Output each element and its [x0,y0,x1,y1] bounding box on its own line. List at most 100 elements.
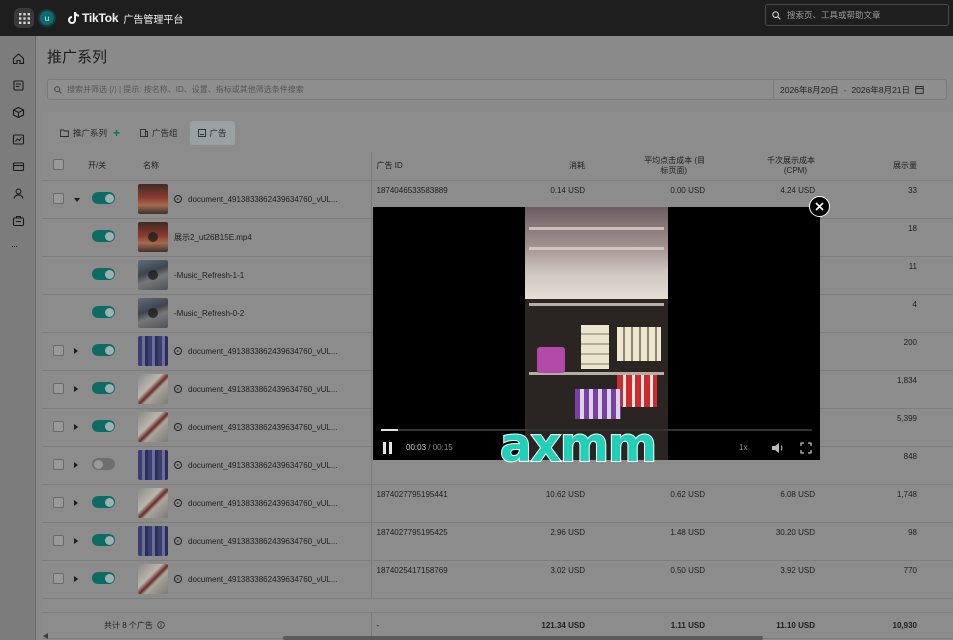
expand-icon[interactable] [74,347,78,354]
level-tabs: 推广系列 + 广告组 广告 [52,120,235,146]
status-toggle[interactable] [92,268,115,280]
ad-name[interactable]: document_4913833862439634760_vUL... [188,499,337,508]
impressions-cell: 848 [821,446,953,485]
play-icon [148,270,158,280]
header-cost[interactable]: 消耗 [501,152,591,181]
video-shelf-wire [529,247,664,250]
ad-name[interactable]: document_4913833862439634760_vUL... [188,575,337,584]
expand-icon[interactable] [74,461,78,468]
ad-thumbnail[interactable] [138,374,168,404]
table-row[interactable]: document_4913833862439634760_vUL... 18740… [42,560,953,599]
row-checkbox[interactable] [52,192,64,204]
ad-name[interactable]: document_4913833862439634760_vUL... [188,385,337,394]
ad-name[interactable]: document_4913833862439634760_vUL... [188,347,337,356]
playback-speed[interactable]: 1x [739,443,747,452]
pause-icon[interactable] [383,442,393,454]
header-toggle[interactable]: 开/关 [88,152,138,181]
row-checkbox[interactable] [52,420,64,432]
status-toggle[interactable] [92,572,115,584]
ad-thumbnail[interactable] [138,222,168,252]
ad-name[interactable]: document_4913833862439634760_vUL... [188,195,337,204]
expand-icon[interactable] [74,499,78,506]
expand-icon[interactable] [74,537,78,544]
home-icon[interactable] [12,52,25,65]
ad-thumbnail[interactable] [138,412,168,442]
ad-thumbnail[interactable] [138,260,168,290]
fullscreen-icon[interactable] [800,442,812,454]
add-campaign-icon[interactable]: + [113,126,120,140]
row-checkbox[interactable] [52,496,64,508]
campaign-icon[interactable] [12,79,25,92]
header-ad-id[interactable]: 广告 ID [371,152,501,181]
status-toggle[interactable] [92,306,115,318]
status-toggle[interactable] [92,534,115,546]
video-type-icon [174,385,182,393]
toggle-cell [88,218,138,257]
tab-campaigns-label: 推广系列 [73,128,108,138]
filter-search-input[interactable]: 搜索并筛选 (/) | 提示: 按名称、ID、设置、指标或其他筛选条件搜索 [47,79,803,100]
table-row[interactable]: document_4913833862439634760_vUL... 18740… [42,522,953,561]
ad-name[interactable]: document_4913833862439634760_vUL... [188,461,337,470]
billing-icon[interactable] [12,160,25,173]
impressions-cell: 33 [821,180,953,219]
ad-thumbnail[interactable] [138,298,168,328]
expand-icon[interactable] [74,423,78,430]
user-avatar[interactable]: u [38,9,56,27]
row-checkbox[interactable] [52,382,64,394]
account-icon[interactable] [12,187,25,200]
ad-name[interactable]: document_4913833862439634760_vUL... [188,537,337,546]
header-cpm[interactable]: 千次展示成本 (CPM) [711,152,821,181]
ad-thumbnail[interactable] [138,184,168,214]
tools-icon[interactable] [12,214,25,227]
ad-thumbnail[interactable] [138,526,168,556]
app-grid-icon[interactable] [14,8,34,28]
status-toggle[interactable] [92,230,115,242]
status-toggle[interactable] [92,344,115,356]
status-toggle[interactable] [92,192,115,204]
header-name[interactable]: 名称 [138,152,372,181]
status-toggle[interactable] [92,496,115,508]
ad-name[interactable]: -Music_Refresh-0-2 [174,309,244,318]
tab-campaigns[interactable]: 推广系列 + [52,121,128,145]
cpc-cell: 0.50 USD [591,560,711,599]
scroll-left-arrow[interactable] [43,633,48,639]
ad-name[interactable]: -Music_Refresh-1-1 [174,271,244,280]
toggle-cell [88,446,138,485]
status-toggle[interactable] [92,420,115,432]
info-icon[interactable] [157,620,165,629]
select-all-checkbox[interactable] [52,159,64,171]
row-checkbox[interactable] [52,534,64,546]
total-ad-id: - [371,612,501,639]
reports-icon[interactable] [12,133,25,146]
expand-icon[interactable] [74,575,78,582]
ad-thumbnail[interactable] [138,450,168,480]
row-checkbox[interactable] [52,344,64,356]
ad-thumbnail[interactable] [138,564,168,594]
date-range-picker[interactable]: 2026年8月20日 - 2026年8月21日 [773,79,947,100]
assets-icon[interactable] [12,106,25,119]
status-toggle[interactable] [92,458,115,470]
table-row[interactable]: document_4913833862439634760_vUL... 18740… [42,484,953,523]
ad-thumbnail[interactable] [138,336,168,366]
brand[interactable]: TikTok 广告管理平台 [68,11,183,26]
video-type-icon [174,461,182,469]
status-toggle[interactable] [92,382,115,394]
header-impressions[interactable]: 展示量 [821,152,953,181]
header-cpc[interactable]: 平均点击成本 (目 标页面) [591,152,711,181]
ad-name[interactable]: document_4913833862439634760_vUL... [188,423,337,432]
ad-thumbnail[interactable] [138,488,168,518]
close-video-button[interactable] [809,196,830,217]
tab-adgroups[interactable]: 广告组 [132,121,186,145]
name-content: document_4913833862439634760_vUL... [138,336,370,366]
tab-ads[interactable]: 广告 [189,121,235,145]
global-search[interactable]: 搜索页、工具或帮助文章 [765,4,949,26]
more-icon[interactable]: ··· [11,241,18,251]
row-checkbox[interactable] [52,458,64,470]
collapse-icon[interactable] [74,197,80,202]
expand-icon[interactable] [74,385,78,392]
row-checkbox[interactable] [52,572,64,584]
name-content: document_4913833862439634760_vUL... [138,526,370,556]
ad-name[interactable]: 展示2_ut26B15E.mp4 [174,232,252,243]
volume-icon[interactable] [771,442,785,454]
horizontal-scrollbar[interactable] [283,636,763,640]
